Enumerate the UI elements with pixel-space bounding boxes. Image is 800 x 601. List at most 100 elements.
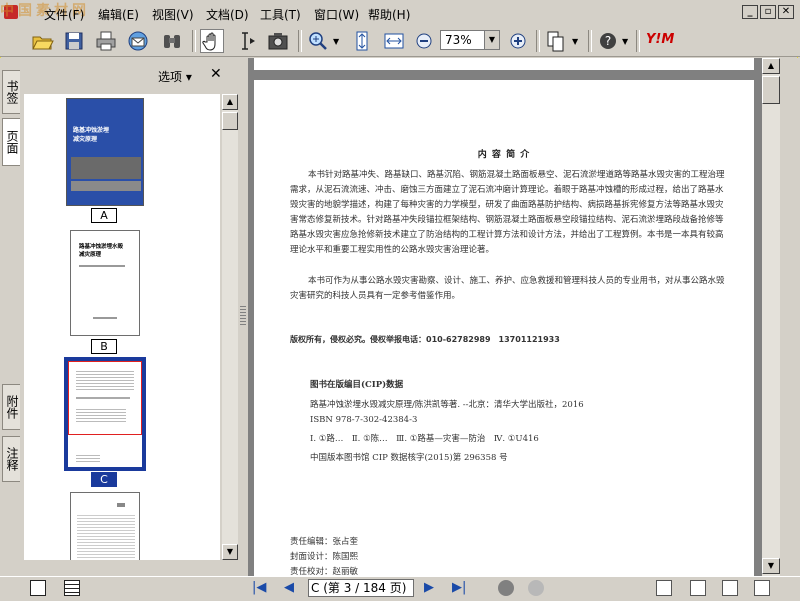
thumbnail-label: A (91, 208, 117, 223)
save-button[interactable] (62, 29, 86, 53)
go-back-icon[interactable] (498, 580, 514, 596)
single-page-layout-icon[interactable] (656, 580, 672, 596)
copyright-notice: 版权所有，侵权必究。侵权举报电话：010-62782989 1370112193… (290, 335, 560, 344)
plus-circle-icon (510, 33, 526, 49)
text-cursor-icon (242, 32, 255, 50)
zoom-in-tool-button[interactable] (306, 29, 330, 53)
cover-title: 路基冲蚀淤埋 减灾原理 (73, 127, 110, 143)
facing-layout-icon[interactable] (722, 580, 738, 596)
hand-tool-button[interactable] (200, 29, 224, 53)
chevron-down-icon[interactable]: ▼ (572, 37, 578, 46)
open-button[interactable] (30, 29, 54, 53)
scroll-down-icon[interactable]: ▼ (762, 558, 780, 574)
close-panel-icon[interactable]: ✕ (210, 66, 222, 82)
search-button[interactable] (160, 29, 184, 53)
menu-tools[interactable]: 工具(T) (260, 6, 301, 23)
menu-view[interactable]: 视图(V) (152, 6, 194, 23)
help-icon: ? (600, 33, 616, 49)
text-lines (76, 409, 126, 423)
options-label: 选项 (158, 70, 183, 84)
scroll-up-icon[interactable]: ▲ (222, 94, 238, 110)
magnifier-icon (309, 32, 327, 50)
open-folder-icon (32, 36, 54, 50)
menu-help[interactable]: 帮助(H) (368, 6, 410, 23)
cip-classification: Ⅰ. ①路… Ⅱ. ①陈… Ⅲ. ①路基—灾害—防治 Ⅳ. ①U416 (310, 434, 539, 444)
page-layout-icon (547, 31, 564, 52)
splitter-grip-icon[interactable] (240, 306, 246, 326)
scroll-down-icon[interactable]: ▼ (222, 544, 238, 560)
tab-comments[interactable]: 注释 (2, 436, 20, 482)
fit-page-button[interactable] (350, 29, 374, 53)
fit-page-icon (356, 31, 368, 51)
cover-image (71, 181, 141, 191)
cip-isbn: ISBN 978-7-302-42384-3 (310, 415, 418, 425)
cip-record-number: 中国版本图书馆 CIP 数据核字(2015)第 296358 号 (310, 453, 508, 463)
thumbnail-label-selected: C (91, 472, 117, 487)
menu-document[interactable]: 文档(D) (206, 6, 249, 23)
tab-attachments[interactable]: 附件 (2, 384, 20, 430)
menu-edit[interactable]: 编辑(E) (98, 6, 139, 23)
toolbar: ▼ 73% ▼ ▼ ? ▼ Y!M (0, 26, 800, 57)
cip-title: 图书在版编目(CIP)数据 (310, 380, 404, 390)
brand-logo[interactable]: Y!M (646, 32, 674, 47)
close-window-button[interactable]: ✕ (778, 5, 794, 19)
responsible-editor: 责任编辑：张占奎 (290, 537, 359, 547)
previous-page-icon[interactable]: ◀ (284, 580, 294, 595)
scroll-up-icon[interactable]: ▲ (762, 58, 780, 74)
thumbnail-page-a[interactable]: 路基冲蚀淤埋 减灾原理 (66, 98, 144, 206)
page-number-field[interactable]: C (第 3 / 184 页) (308, 579, 414, 597)
svg-text:?: ? (605, 34, 611, 48)
options-menu[interactable]: 选项 ▾ (158, 68, 192, 85)
zoom-value: 73% (445, 33, 472, 47)
continuous-facing-layout-icon[interactable] (754, 580, 770, 596)
page-layout-button[interactable] (544, 29, 568, 53)
menu-file[interactable]: 文件(F) (44, 6, 84, 23)
printer-icon (96, 31, 116, 51)
menu-window[interactable]: 窗口(W) (314, 6, 359, 23)
tab-bookmarks[interactable]: 书签 (2, 70, 20, 114)
minimize-button[interactable]: _ (742, 5, 758, 19)
document-scrollbar[interactable]: ▲ ▼ (762, 58, 780, 576)
email-button[interactable] (126, 29, 150, 53)
continuous-layout-icon[interactable] (690, 580, 706, 596)
snapshot-button[interactable] (266, 29, 290, 53)
next-page-icon[interactable]: ▶ (424, 580, 434, 595)
previous-page-edge (254, 58, 754, 70)
single-page-icon[interactable] (30, 580, 46, 596)
restore-button[interactable]: ▫ (760, 5, 776, 19)
first-page-icon[interactable]: |◀ (252, 580, 266, 595)
document-view[interactable]: 内 容 简 介 本书针对路基冲失、路基缺口、路基沉陷、钢筋混凝土路面板悬空、泥石… (248, 58, 762, 576)
tab-pages[interactable]: 页面 (2, 118, 20, 166)
email-icon (128, 31, 148, 51)
title-page-line (93, 317, 117, 319)
chevron-down-icon[interactable]: ▼ (622, 37, 628, 46)
navigation-tab-strip: 书签 页面 附件 注释 (0, 58, 23, 576)
minus-circle-icon (416, 33, 432, 49)
panel-splitter[interactable] (238, 58, 248, 576)
print-button[interactable] (94, 29, 118, 53)
help-button[interactable]: ? (596, 29, 620, 53)
document-page: 内 容 简 介 本书针对路基冲失、路基缺口、路基沉陷、钢筋混凝土路面板悬空、泥石… (254, 80, 754, 576)
scrollbar-thumb[interactable] (222, 112, 238, 130)
zoom-dropdown-icon[interactable]: ▼ (484, 31, 499, 49)
usage-paragraph: 本书可作为从事公路水毁灾害勘察、设计、施工、养护、应急救援和管理科技人员的专业用… (290, 276, 725, 301)
chevron-down-icon[interactable]: ▼ (333, 37, 339, 46)
zoom-out-button[interactable] (412, 29, 436, 53)
menu-bar: 中国素材网 文件(F) 编辑(E) 视图(V) 文档(D) 工具(T) 窗口(W… (0, 0, 800, 27)
fit-width-icon (384, 33, 404, 49)
thumbnail-page-d[interactable] (70, 492, 140, 560)
text-lines (76, 371, 134, 391)
last-page-icon[interactable]: ▶| (452, 580, 466, 595)
select-text-button[interactable] (234, 29, 258, 53)
thumbnail-scrollbar[interactable]: ▲ ▼ (222, 94, 238, 560)
thumbnail-page-c-selected[interactable] (64, 357, 146, 471)
fit-width-button[interactable] (382, 29, 406, 53)
zoom-level-field[interactable]: 73% ▼ (440, 30, 500, 50)
thumbnail-label: B (91, 339, 117, 354)
go-forward-icon[interactable] (528, 580, 544, 596)
zoom-in-button[interactable] (506, 29, 530, 53)
scrollbar-thumb[interactable] (762, 76, 780, 104)
title-page-heading: 路基冲蚀淤埋水毁 减灾原理 (79, 244, 124, 258)
continuous-page-icon[interactable] (64, 580, 80, 596)
thumbnail-page-b[interactable]: 路基冲蚀淤埋水毁 减灾原理 (70, 230, 140, 336)
